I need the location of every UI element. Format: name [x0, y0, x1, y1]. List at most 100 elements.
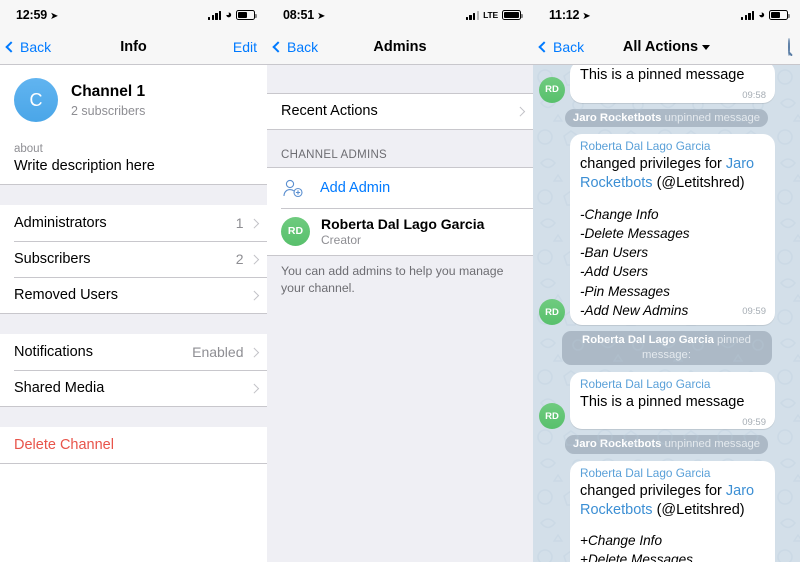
- battery-icon: [769, 10, 790, 20]
- nav-bar-mid: Back Admins: [267, 30, 533, 65]
- service-action: unpinned message: [664, 111, 761, 124]
- sidebar-item-notifications[interactable]: Notifications Enabled: [0, 334, 267, 370]
- message-text: changed privileges for Jaro Rocketbots (…: [580, 156, 755, 192]
- wifi-icon: ◕: [225, 8, 232, 21]
- status-bar-mid: 08:51 ➤ LTE: [267, 0, 533, 30]
- privilege-item: -Ban Users: [580, 245, 648, 261]
- status-time-right: 11:12 ➤: [549, 8, 591, 22]
- chevron-right-icon: [249, 254, 259, 264]
- search-button[interactable]: [788, 38, 800, 56]
- back-button-left[interactable]: Back: [0, 39, 51, 55]
- row-value: 2: [235, 251, 244, 267]
- list-item-admin[interactable]: RD Roberta Dal Lago Garcia Creator: [267, 207, 533, 255]
- recent-actions-card: Recent Actions: [267, 93, 533, 129]
- row-label: Subscribers: [14, 251, 91, 267]
- location-arrow-icon: ➤: [582, 11, 591, 22]
- row-value: 1: [235, 215, 244, 231]
- message-row[interactable]: RD Roberta Dal Lago Garcia changed privi…: [539, 460, 794, 562]
- add-admin-button[interactable]: Add Admin: [267, 167, 533, 208]
- screenshot-stage: 12:59 ➤ ◕ Back Info Edit C Channel 1 2 su…: [0, 0, 800, 562]
- privilege-item: -Add Users: [580, 264, 648, 280]
- back-button-right[interactable]: Back: [533, 39, 584, 55]
- service-message: Jaro Rocketbots unpinned message: [539, 435, 794, 454]
- about-block[interactable]: about Write description here: [0, 135, 267, 184]
- status-time-mid: 08:51 ➤: [283, 8, 326, 22]
- row-accessory: [249, 290, 259, 300]
- avatar: RD: [539, 403, 565, 430]
- service-message-text: Jaro Rocketbots unpinned message: [564, 108, 769, 128]
- privilege-item: +Change Info: [580, 533, 663, 549]
- message-bubble[interactable]: Roberta Dal Lago Garcia changed privileg…: [570, 460, 775, 562]
- status-time-left: 12:59 ➤: [16, 8, 59, 22]
- sidebar-item-removed-users[interactable]: Removed Users: [0, 277, 267, 313]
- edit-button[interactable]: Edit: [233, 39, 267, 55]
- profile-text: Channel 1 2 subscribers: [71, 83, 145, 118]
- privilege-item: -Pin Messages: [580, 283, 670, 299]
- status-icons-left: ◕: [207, 8, 257, 21]
- signal-icon: [740, 10, 755, 20]
- admin-text: Roberta Dal Lago Garcia Creator: [321, 216, 484, 247]
- message-row[interactable]: RD Roberta Dal Lago Garcia This is a pin…: [539, 371, 794, 430]
- status-bar-left: 12:59 ➤ ◕: [0, 0, 267, 30]
- chevron-right-icon: [249, 383, 259, 393]
- chevron-right-icon: [515, 106, 525, 116]
- row-accessory: 2: [235, 251, 259, 267]
- location-arrow-icon: ➤: [49, 11, 59, 22]
- message-text: changed privileges for Jaro Rocketbots (…: [580, 482, 755, 518]
- admins-footnote: You can add admins to help you manage yo…: [281, 264, 504, 295]
- row-label: Administrators: [14, 215, 107, 231]
- chevron-right-icon: [249, 347, 259, 357]
- avatar: C: [14, 78, 58, 122]
- privilege-item-last: -Add New Admins 09:59: [580, 302, 766, 318]
- nav-bar-left: Back Info Edit: [0, 30, 267, 65]
- message-bubble[interactable]: This is a pinned message 09:58: [570, 65, 775, 103]
- message-row[interactable]: RD Roberta Dal Lago Garcia changed privi…: [539, 134, 794, 326]
- message-bubble[interactable]: Roberta Dal Lago Garcia This is a pinned…: [570, 371, 775, 430]
- avatar: RD: [539, 76, 565, 103]
- message-time: 09:58: [742, 90, 766, 102]
- message-author: Roberta Dal Lago Garcia: [580, 139, 711, 154]
- message-bubble[interactable]: Roberta Dal Lago Garcia changed privileg…: [570, 134, 775, 326]
- sidebar-item-subscribers[interactable]: Subscribers 2: [0, 241, 267, 277]
- battery-icon: [502, 10, 523, 20]
- message-row[interactable]: RD This is a pinned message 09:58: [539, 65, 794, 103]
- message-time: 09:59: [742, 305, 766, 317]
- panel-channel-info: 12:59 ➤ ◕ Back Info Edit C Channel 1 2 su…: [0, 0, 267, 562]
- status-icons-right: ◕: [740, 8, 790, 21]
- admin-role: Creator: [321, 232, 362, 247]
- about-value: Write description here: [14, 158, 155, 174]
- back-button-mid[interactable]: Back: [267, 39, 318, 55]
- all-actions-dropdown[interactable]: All Actions: [622, 39, 711, 55]
- wifi-icon: ◕: [758, 8, 765, 21]
- channel-profile[interactable]: C Channel 1 2 subscribers: [0, 65, 267, 135]
- channel-info-body: C Channel 1 2 subscribers about Write de…: [0, 65, 267, 464]
- add-user-icon: [281, 176, 305, 200]
- panel-admins: 08:51 ➤ LTE Back Admins Recent Actions C…: [267, 0, 533, 562]
- service-message-text: Roberta Dal Lago Garcia pinned message:: [561, 331, 772, 365]
- search-icon: [788, 38, 790, 56]
- service-action: unpinned message: [664, 438, 761, 451]
- page-title-label: All Actions: [622, 39, 699, 55]
- nav-bar-right: Back All Actions: [533, 30, 800, 65]
- status-bar-right: 11:12 ➤ ◕: [533, 0, 800, 30]
- signal-icon: [465, 10, 480, 20]
- sidebar-item-administrators[interactable]: Administrators 1: [0, 205, 267, 241]
- row-label: Delete Channel: [14, 437, 114, 453]
- battery-icon: [236, 10, 257, 20]
- message-author: Roberta Dal Lago Garcia: [580, 376, 711, 391]
- row-accessory: Enabled: [192, 344, 259, 360]
- chat-log[interactable]: RD This is a pinned message 09:58 Jaro Ro…: [533, 65, 800, 562]
- privilege-item: +Delete Messages: [580, 552, 693, 562]
- service-message: Jaro Rocketbots unpinned message: [539, 108, 794, 128]
- privilege-list: +Change Info +Delete Messages +Ban Users…: [580, 531, 766, 562]
- privilege-item: -Change Info: [580, 206, 659, 222]
- row-accessory: 1: [235, 215, 259, 231]
- sidebar-item-shared-media[interactable]: Shared Media: [0, 370, 267, 406]
- row-label: Recent Actions: [281, 103, 378, 119]
- delete-channel-button[interactable]: Delete Channel: [0, 427, 267, 463]
- row-label: Removed Users: [14, 287, 118, 303]
- chevron-left-icon: [272, 41, 284, 53]
- sidebar-item-recent-actions[interactable]: Recent Actions: [267, 94, 533, 129]
- service-actor: Jaro Rocketbots: [572, 111, 662, 124]
- add-admin-label: Add Admin: [320, 179, 391, 196]
